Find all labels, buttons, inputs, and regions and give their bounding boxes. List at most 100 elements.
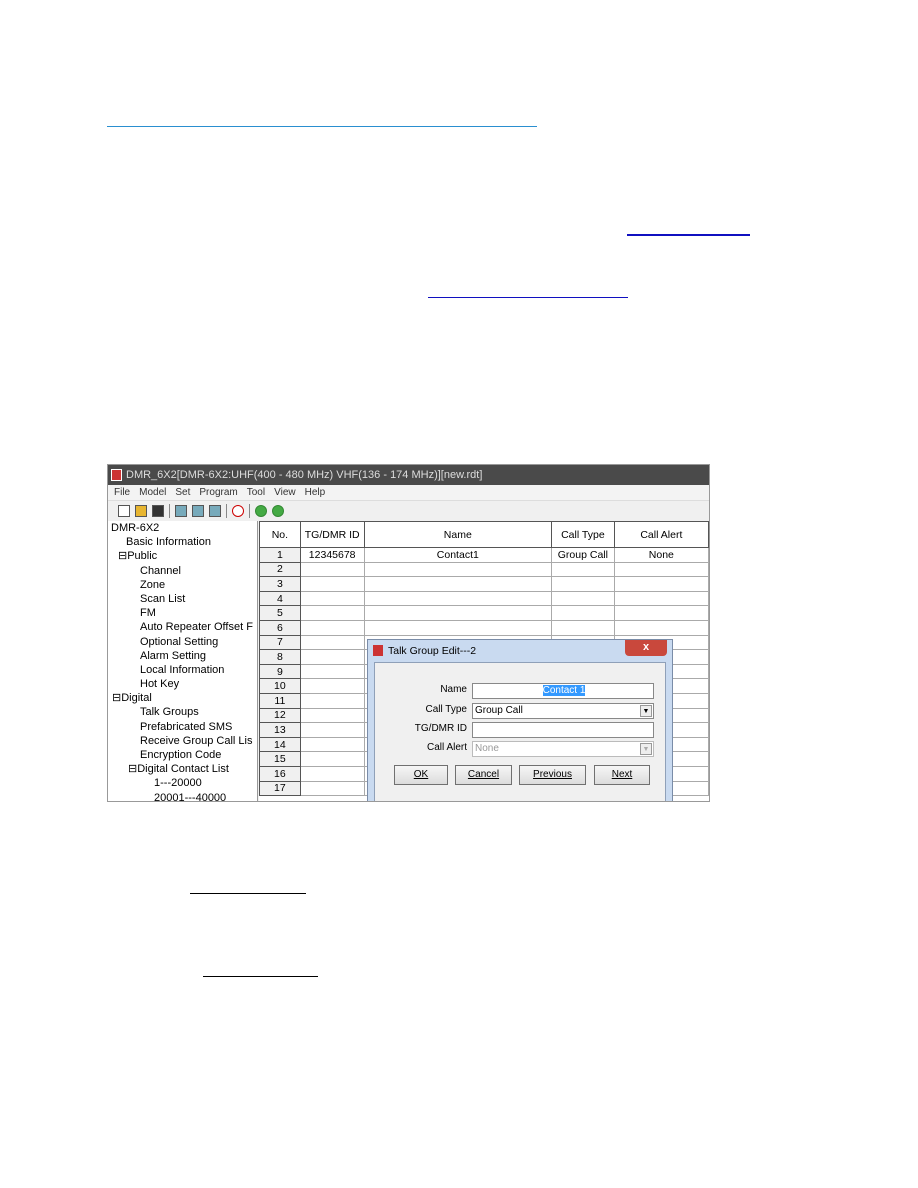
table-cell[interactable]: [299, 590, 365, 607]
tree-item[interactable]: Channel: [108, 564, 257, 578]
table-cell[interactable]: 1: [259, 547, 301, 563]
tree-item[interactable]: Optional Setting: [108, 635, 257, 649]
tree-item[interactable]: Encryption Code: [108, 748, 257, 762]
name-input[interactable]: Contact 1: [472, 683, 654, 699]
arrow-down-icon[interactable]: [272, 505, 284, 517]
tg-dmr-id-input[interactable]: [472, 722, 654, 738]
table-cell[interactable]: [363, 576, 553, 592]
table-cell[interactable]: [299, 751, 365, 767]
table-row[interactable]: 4: [259, 590, 709, 607]
menu-set[interactable]: Set: [175, 487, 190, 498]
previous-button[interactable]: Previous: [519, 765, 586, 785]
table-cell[interactable]: [299, 561, 365, 578]
table-cell[interactable]: 5: [259, 605, 301, 621]
table-cell[interactable]: [299, 619, 365, 636]
tree-item[interactable]: Scan List: [108, 592, 257, 606]
table-cell[interactable]: Group Call: [551, 547, 615, 563]
tree-item[interactable]: 1---20000: [108, 776, 257, 790]
column-header[interactable]: TG/DMR ID: [299, 521, 365, 548]
table-cell[interactable]: 14: [259, 736, 301, 753]
table-cell[interactable]: [613, 590, 709, 607]
read-radio-icon[interactable]: [175, 505, 187, 517]
table-cell[interactable]: 4: [259, 590, 301, 607]
tree-item[interactable]: Alarm Setting: [108, 649, 257, 663]
column-header[interactable]: Name: [363, 521, 553, 548]
hyperlink-underline[interactable]: [428, 297, 628, 298]
table-cell[interactable]: [299, 780, 365, 797]
table-cell[interactable]: [551, 576, 615, 592]
table-row[interactable]: 1 12345678 Contact1 Group Call None: [259, 547, 709, 563]
table-cell[interactable]: 6: [259, 619, 301, 636]
table-cell[interactable]: 3: [259, 576, 301, 592]
close-button[interactable]: x: [625, 640, 667, 656]
table-cell[interactable]: 9: [259, 663, 301, 680]
table-cell[interactable]: 13: [259, 722, 301, 738]
table-cell[interactable]: 10: [259, 678, 301, 694]
table-cell[interactable]: [551, 561, 615, 578]
table-cell[interactable]: [299, 678, 365, 694]
next-button[interactable]: Next: [594, 765, 650, 785]
table-cell[interactable]: [551, 590, 615, 607]
table-cell[interactable]: 7: [259, 634, 301, 651]
tree-item[interactable]: Basic Information: [108, 535, 257, 549]
table-cell[interactable]: [551, 605, 615, 621]
ok-button[interactable]: OK: [394, 765, 448, 785]
table-row[interactable]: 5: [259, 605, 709, 621]
tree-item[interactable]: Hot Key: [108, 677, 257, 691]
table-cell[interactable]: [299, 634, 365, 651]
menu-program[interactable]: Program: [199, 487, 237, 498]
call-type-select[interactable]: Group Call ▼: [472, 703, 654, 719]
table-cell[interactable]: [551, 619, 615, 636]
table-cell[interactable]: [299, 649, 365, 665]
chevron-down-icon[interactable]: ▼: [640, 705, 652, 717]
table-row[interactable]: 6: [259, 619, 709, 636]
table-cell[interactable]: [363, 619, 553, 636]
tree-item[interactable]: Zone: [108, 578, 257, 592]
radio-icon[interactable]: [209, 505, 221, 517]
tree-root[interactable]: DMR-6X2: [108, 521, 257, 535]
tree-item[interactable]: Auto Repeater Offset F: [108, 620, 257, 634]
table-cell[interactable]: [299, 707, 365, 724]
hyperlink-underline[interactable]: [627, 234, 750, 236]
new-file-icon[interactable]: [118, 505, 130, 517]
call-alert-select[interactable]: None ▼: [472, 741, 654, 757]
tree-item[interactable]: ⊟Digital: [108, 691, 257, 705]
table-cell[interactable]: [613, 576, 709, 592]
tree-item[interactable]: Receive Group Call Lis: [108, 734, 257, 748]
table-cell[interactable]: [613, 605, 709, 621]
table-cell[interactable]: 16: [259, 765, 301, 782]
write-radio-icon[interactable]: [192, 505, 204, 517]
table-cell[interactable]: 11: [259, 692, 301, 709]
table-cell[interactable]: [363, 590, 553, 607]
help-icon[interactable]: [232, 505, 244, 517]
tree-item[interactable]: Local Information: [108, 663, 257, 677]
table-cell[interactable]: Contact1: [363, 547, 553, 563]
table-row[interactable]: 2: [259, 561, 709, 578]
table-cell[interactable]: 2: [259, 561, 301, 578]
cancel-button[interactable]: Cancel: [455, 765, 512, 785]
arrow-up-icon[interactable]: [255, 505, 267, 517]
tree-item[interactable]: Prefabricated SMS: [108, 720, 257, 734]
column-header[interactable]: Call Type: [551, 521, 615, 548]
table-cell[interactable]: None: [613, 547, 709, 563]
tree-item[interactable]: FM: [108, 606, 257, 620]
table-cell[interactable]: [363, 561, 553, 578]
save-icon[interactable]: [152, 505, 164, 517]
menu-view[interactable]: View: [274, 487, 296, 498]
menu-file[interactable]: File: [114, 487, 130, 498]
tree-item[interactable]: 20001---40000: [108, 791, 257, 801]
table-cell[interactable]: [613, 619, 709, 636]
table-cell[interactable]: 12345678: [299, 547, 365, 563]
table-cell[interactable]: 8: [259, 649, 301, 665]
table-cell[interactable]: [299, 765, 365, 782]
table-cell[interactable]: 17: [259, 780, 301, 797]
table-cell[interactable]: [299, 576, 365, 592]
tree-item[interactable]: Talk Groups: [108, 705, 257, 719]
menu-tool[interactable]: Tool: [247, 487, 265, 498]
table-cell[interactable]: [363, 605, 553, 621]
table-cell[interactable]: [299, 736, 365, 753]
column-header[interactable]: Call Alert: [613, 521, 709, 548]
table-cell[interactable]: 12: [259, 707, 301, 724]
menu-help[interactable]: Help: [305, 487, 326, 498]
table-cell[interactable]: [299, 605, 365, 621]
